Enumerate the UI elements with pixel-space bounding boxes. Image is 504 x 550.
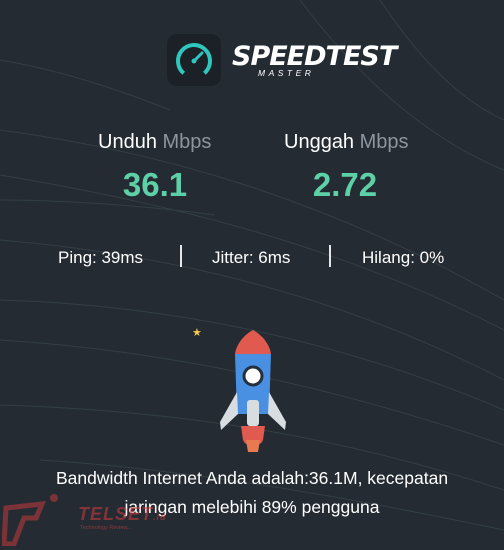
upload-unit: Mbps xyxy=(359,131,409,153)
loss-stat: Hilang: 0% xyxy=(362,248,445,267)
speedometer-icon xyxy=(176,43,212,79)
star-icon: ★ xyxy=(192,327,202,339)
watermark-brand: TELSET xyxy=(78,504,154,524)
jitter-stat: Jitter: 6ms xyxy=(212,248,291,267)
download-value: 36.1 xyxy=(122,166,188,203)
brand-logo: SPEEDTEST MASTER xyxy=(232,42,397,79)
stat-divider xyxy=(180,245,182,267)
watermark-text: TELSET.id xyxy=(78,504,167,525)
upload-value: 2.72 xyxy=(312,166,378,203)
download-label: Unduh Mbps xyxy=(98,131,211,154)
app-logo xyxy=(167,34,221,86)
rocket-icon xyxy=(220,330,286,452)
watermark-tagline: Technology Review... xyxy=(80,525,132,531)
download-unit: Mbps xyxy=(162,131,212,153)
download-label-text: Unduh xyxy=(98,131,157,153)
brand-subtitle: MASTER xyxy=(258,68,315,78)
ping-stat: Ping: 39ms xyxy=(58,248,144,267)
watermark-suffix: .id xyxy=(153,512,167,522)
upload-label: Unggah Mbps xyxy=(284,131,409,154)
upload-label-text: Unggah xyxy=(284,131,355,153)
stat-divider xyxy=(329,245,331,267)
